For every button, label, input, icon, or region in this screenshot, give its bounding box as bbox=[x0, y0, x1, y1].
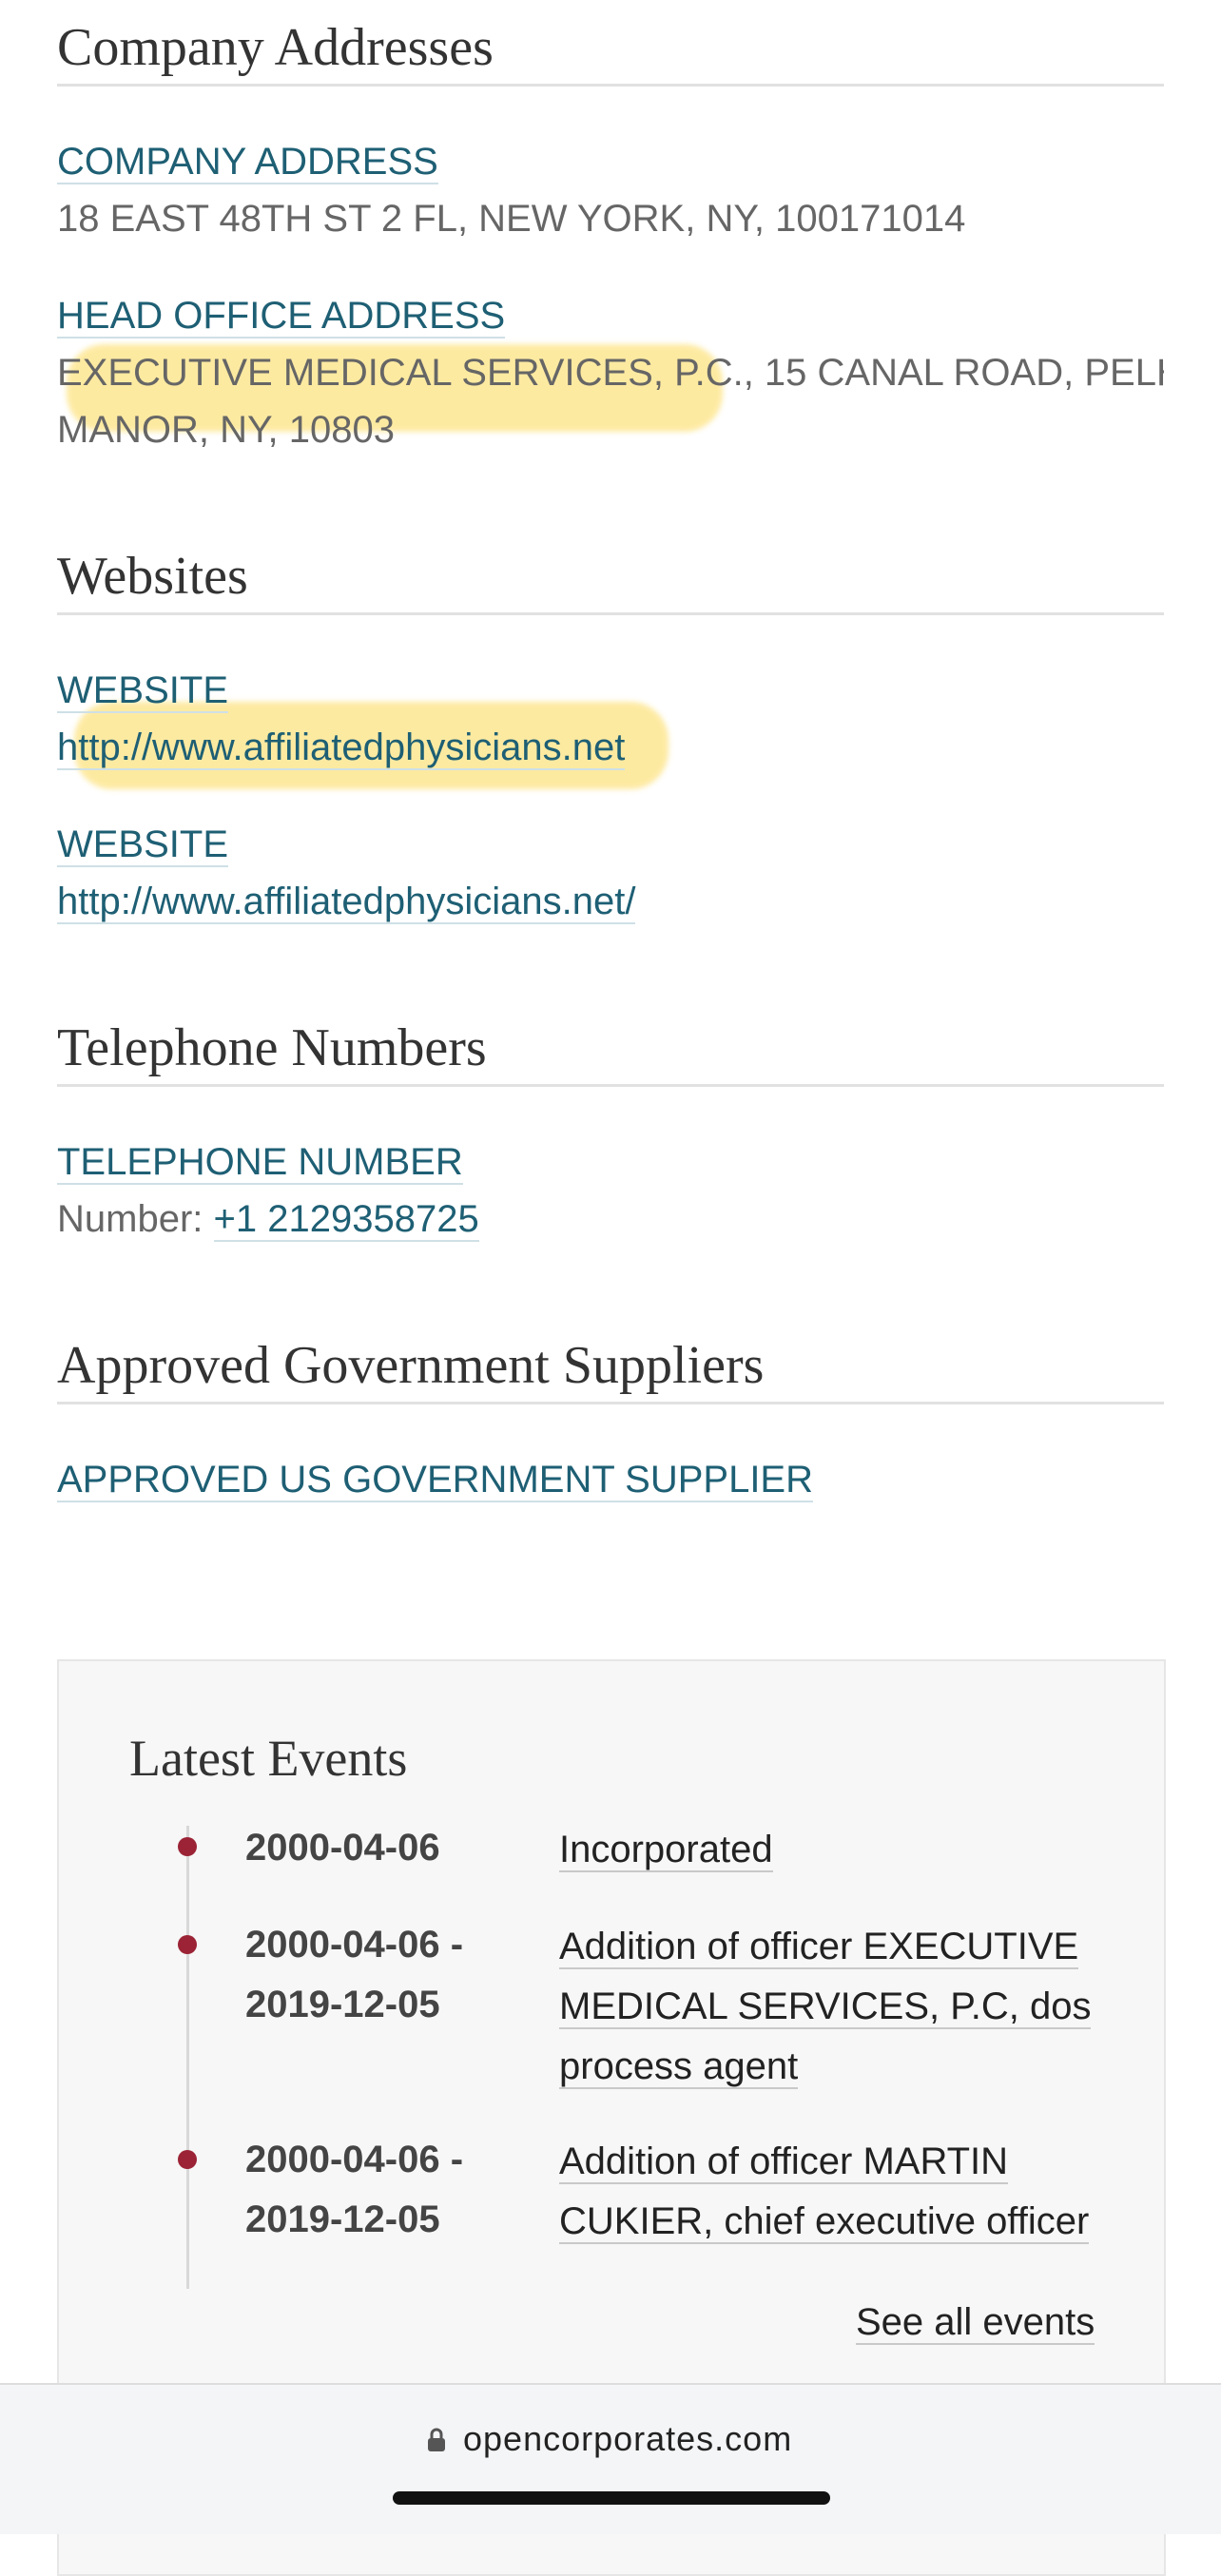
telephone-value: Number: +1 2129358725 bbox=[57, 1191, 479, 1248]
event-description[interactable]: Incorporated bbox=[559, 1820, 1130, 1880]
event-date: 2000-04-06 - 2019-12-05 bbox=[245, 2130, 463, 2250]
browser-address-bar[interactable]: opencorporates.com bbox=[0, 2383, 1221, 2534]
telephone-number-link[interactable]: +1 2129358725 bbox=[213, 1198, 479, 1242]
divider bbox=[57, 1084, 1164, 1087]
company-address-value: 18 EAST 48TH ST 2 FL, NEW YORK, NY, 1001… bbox=[57, 198, 966, 240]
section-heading-telephone: Telephone Numbers bbox=[57, 1018, 487, 1077]
event-description-line[interactable]: process agent bbox=[559, 2037, 1130, 2097]
divider bbox=[57, 1402, 1164, 1404]
event-date: 2000-04-06 - 2019-12-05 bbox=[245, 1915, 463, 2035]
event-date-line: 2000-04-06 - bbox=[245, 1924, 464, 1966]
website-link[interactable]: http://www.affiliatedphysicians.net bbox=[57, 719, 626, 776]
event-date: 2000-04-06 bbox=[245, 1818, 440, 1878]
telephone-label[interactable]: TELEPHONE NUMBER bbox=[57, 1143, 463, 1185]
event-date-line: 2019-12-05 bbox=[245, 1984, 440, 2025]
event-description-line[interactable]: Incorporated bbox=[559, 1820, 1130, 1880]
see-all-events-label[interactable]: See all events bbox=[856, 2301, 1095, 2345]
see-all-events-link[interactable]: See all events bbox=[856, 2301, 1095, 2345]
event-description-line[interactable]: Addition of officer MARTIN bbox=[559, 2132, 1130, 2192]
event-description-line[interactable]: Addition of officer EXECUTIVE bbox=[559, 1917, 1130, 1977]
home-indicator[interactable] bbox=[393, 2491, 830, 2505]
section-heading-addresses: Company Addresses bbox=[57, 18, 494, 77]
divider bbox=[57, 84, 1164, 87]
event-description[interactable]: Addition of officer MARTIN CUKIER, chief… bbox=[559, 2132, 1130, 2252]
website-url[interactable]: http://www.affiliatedphysicians.net/ bbox=[57, 881, 636, 924]
event-bullet bbox=[178, 1935, 197, 1954]
lock-icon bbox=[427, 2428, 446, 2452]
head-office-value: EXECUTIVE MEDICAL SERVICES, P.C., 15 CAN… bbox=[57, 344, 1164, 458]
event-date-line: 2019-12-05 bbox=[245, 2198, 440, 2240]
divider bbox=[57, 612, 1164, 615]
website-label[interactable]: WEBSITE bbox=[57, 825, 229, 867]
event-bullet bbox=[178, 2150, 197, 2169]
company-address-label[interactable]: COMPANY ADDRESS bbox=[57, 143, 438, 184]
section-heading-websites: Websites bbox=[57, 547, 248, 606]
domain-text[interactable]: opencorporates.com bbox=[463, 2419, 792, 2459]
section-heading-suppliers: Approved Government Suppliers bbox=[57, 1336, 765, 1395]
head-office-line-2: MANOR, NY, 10803 bbox=[57, 409, 395, 451]
event-description[interactable]: Addition of officer EXECUTIVE MEDICAL SE… bbox=[559, 1917, 1130, 2097]
event-description-line[interactable]: CUKIER, chief executive officer bbox=[559, 2192, 1130, 2252]
events-timeline bbox=[186, 1826, 189, 2289]
latest-events-heading: Latest Events bbox=[129, 1730, 408, 1787]
website-url[interactable]: http://www.affiliatedphysicians.net bbox=[57, 726, 626, 770]
telephone-prefix: Number: bbox=[57, 1198, 204, 1240]
website-label[interactable]: WEBSITE bbox=[57, 671, 229, 713]
event-date-line: 2000-04-06 bbox=[245, 1827, 440, 1869]
event-date-line: 2000-04-06 - bbox=[245, 2139, 464, 2180]
event-bullet bbox=[178, 1837, 197, 1856]
head-office-label[interactable]: HEAD OFFICE ADDRESS bbox=[57, 297, 506, 339]
event-description-line[interactable]: MEDICAL SERVICES, P.C, dos bbox=[559, 1977, 1130, 2037]
head-office-line-1: EXECUTIVE MEDICAL SERVICES, P.C., 15 CAN… bbox=[57, 352, 1164, 394]
approved-supplier-link[interactable]: APPROVED US GOVERNMENT SUPPLIER bbox=[57, 1461, 813, 1502]
website-link[interactable]: http://www.affiliatedphysicians.net/ bbox=[57, 873, 636, 930]
